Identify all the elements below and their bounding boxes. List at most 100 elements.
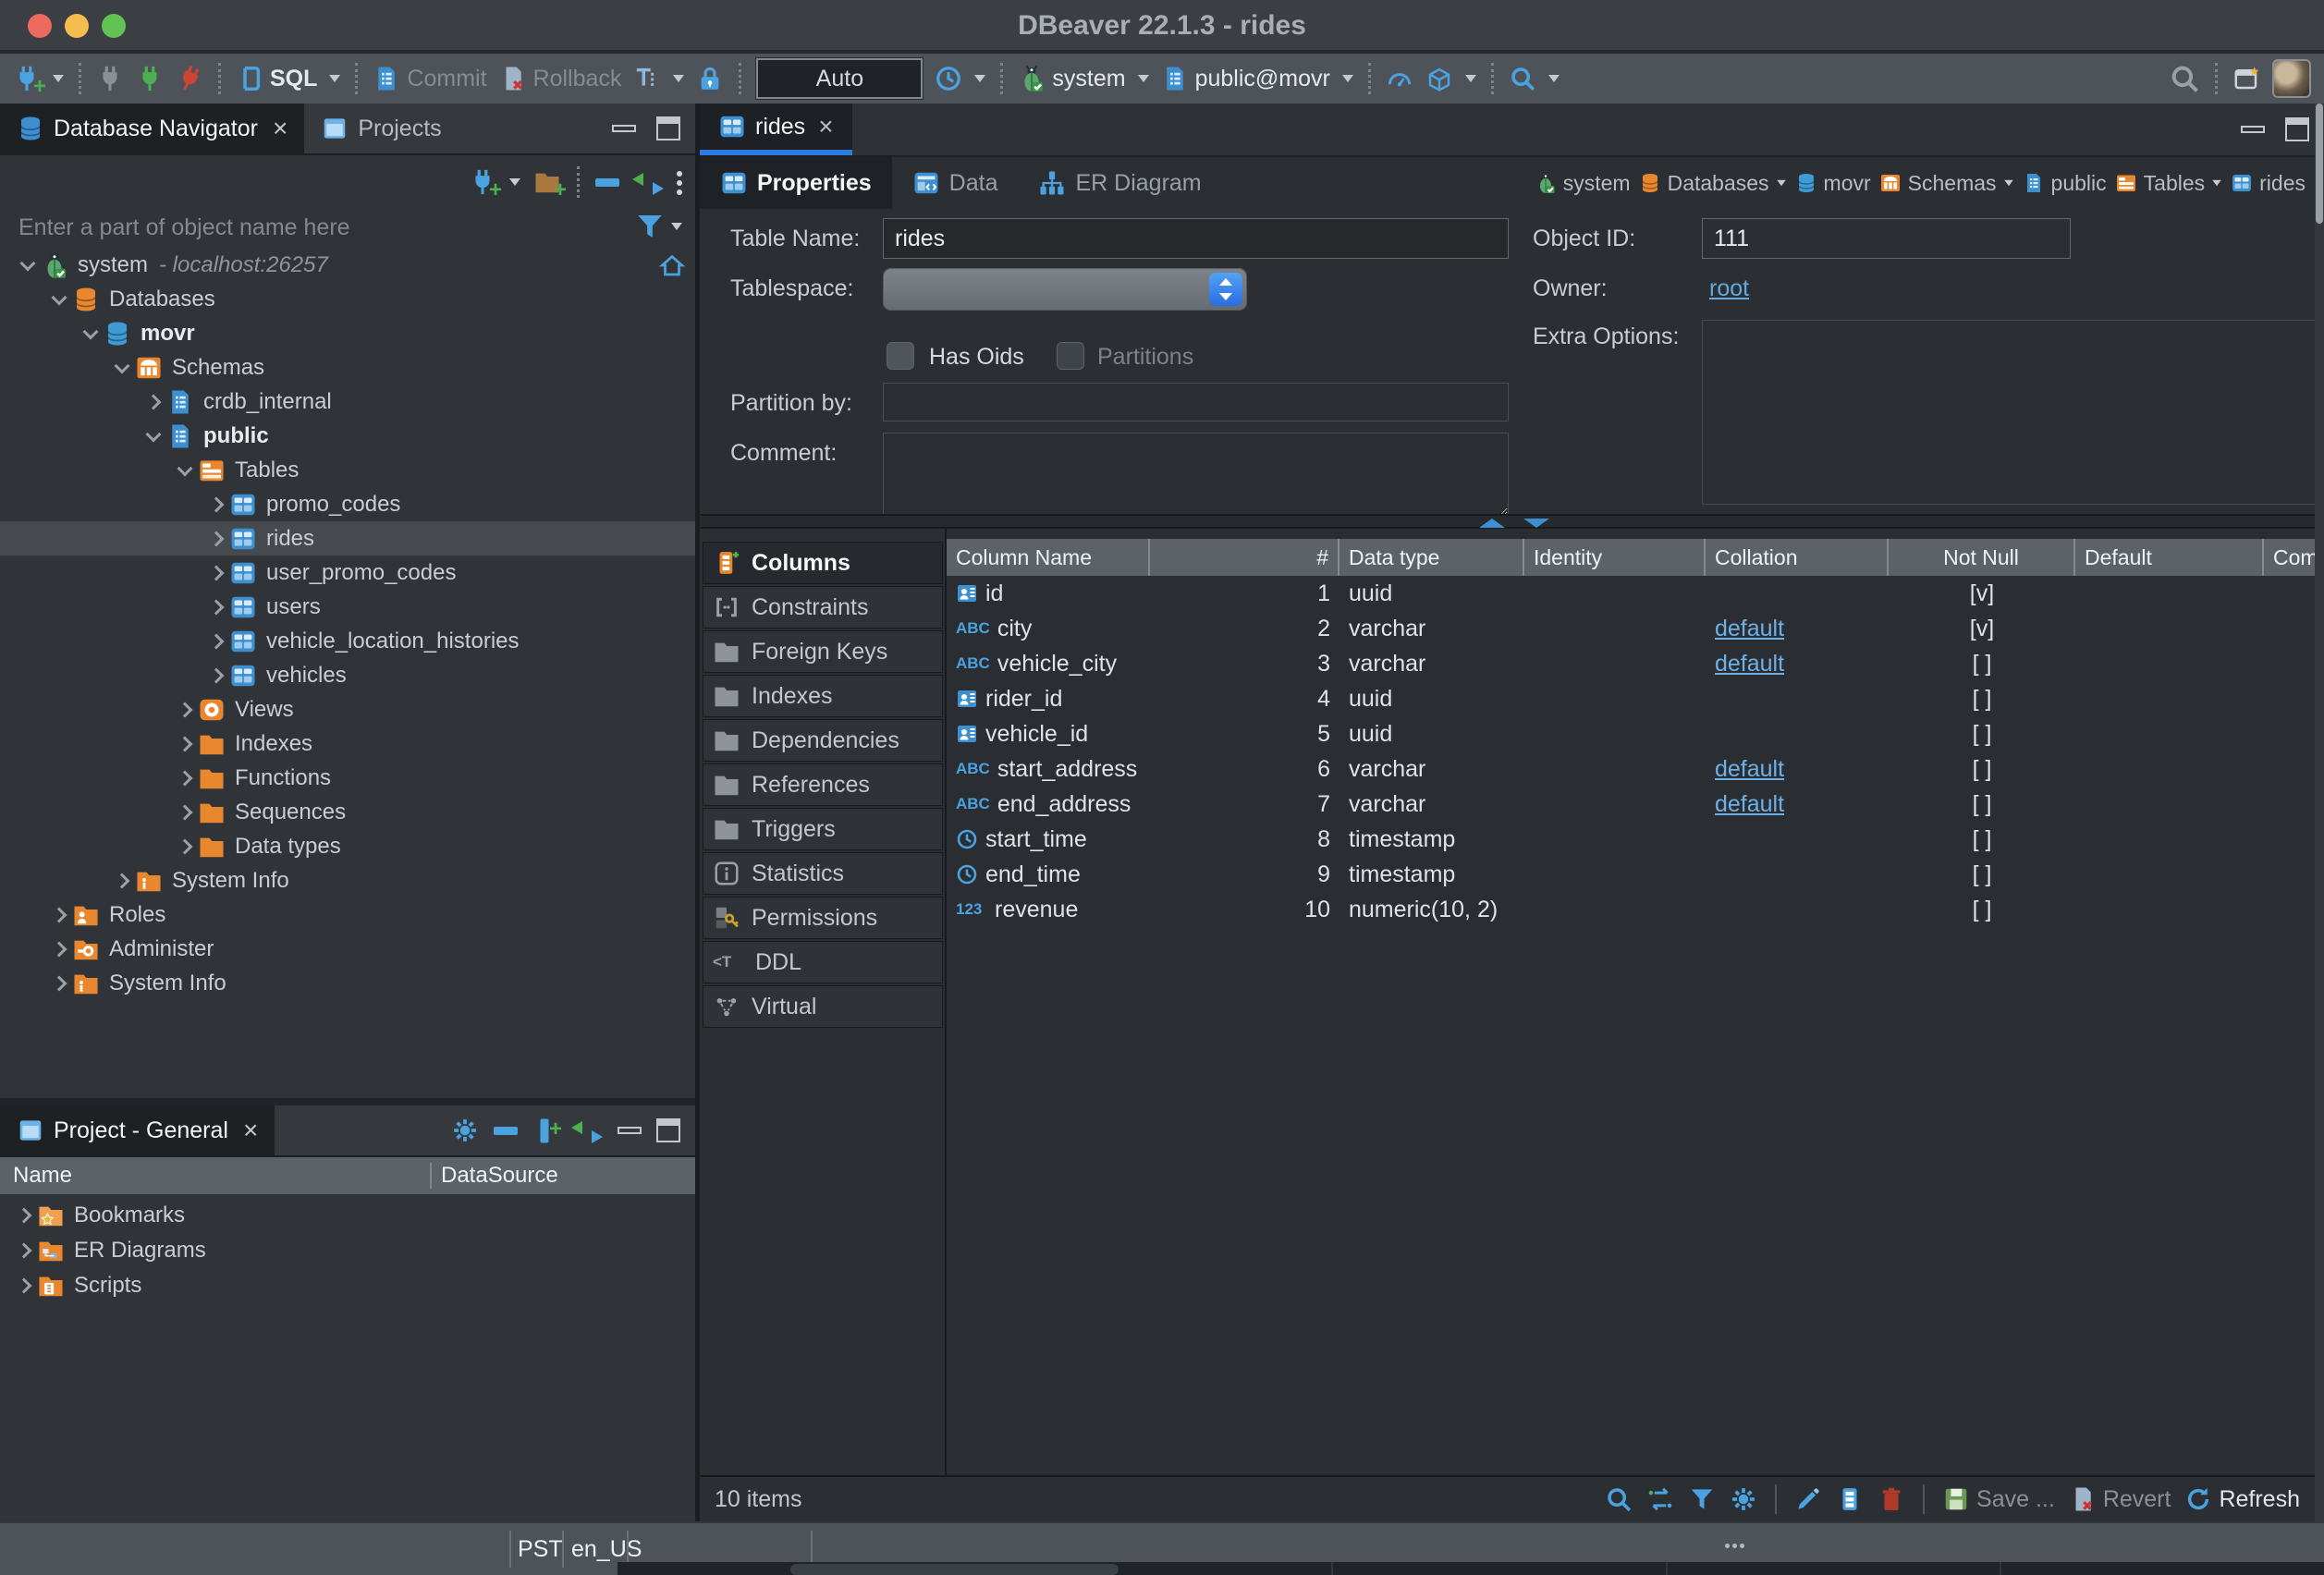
tree-item-rides[interactable]: rides	[0, 521, 695, 556]
breadcrumb-system[interactable]: system	[1535, 171, 1631, 196]
column-row-start_time[interactable]: start_time8timestamp[ ]	[947, 822, 2324, 857]
tools-button[interactable]	[1425, 65, 1453, 92]
active-connection-dropdown[interactable]	[1138, 75, 1149, 82]
maximize-panel-icon[interactable]	[656, 116, 680, 140]
transaction-history-button[interactable]	[935, 65, 962, 92]
gear-icon[interactable]	[1730, 1485, 1757, 1513]
tree-item-system[interactable]: system- localhost:26257	[0, 248, 695, 282]
new-connection-button[interactable]	[13, 65, 41, 92]
chevron-down-icon[interactable]	[174, 463, 198, 478]
section-tab-virtual[interactable]: Virtual	[703, 985, 943, 1028]
object-search-dropdown[interactable]	[1548, 75, 1560, 82]
transaction-history-dropdown[interactable]	[974, 75, 985, 82]
chevron-down-icon[interactable]	[17, 258, 41, 273]
chevron-right-icon[interactable]	[174, 839, 198, 854]
user-avatar[interactable]	[2272, 59, 2311, 98]
commit-button[interactable]: Commit	[373, 65, 486, 92]
compare-icon[interactable]	[1646, 1485, 1674, 1513]
column-row-end_time[interactable]: end_time9timestamp[ ]	[947, 857, 2324, 892]
filter-funnel-icon[interactable]	[634, 211, 666, 242]
tab-projects[interactable]: Projects	[304, 104, 458, 153]
section-tab-dependencies[interactable]: Dependencies	[703, 719, 943, 762]
minimize-panel-icon[interactable]	[612, 125, 636, 132]
scrollbar-thumb[interactable]	[790, 1564, 1119, 1575]
column-row-start_address[interactable]: ABCstart_address6varchardefault[ ]	[947, 751, 2324, 787]
project-item-scripts[interactable]: Scripts	[0, 1268, 695, 1303]
breadcrumb-databases[interactable]: Databases	[1639, 171, 1787, 196]
tree-item-user-promo-codes[interactable]: user_promo_codes	[0, 556, 695, 590]
view-menu-button[interactable]	[677, 171, 682, 177]
column-header-#[interactable]: #	[1270, 539, 1339, 576]
chevron-right-icon[interactable]	[13, 1208, 37, 1223]
comment-textarea[interactable]	[883, 433, 1509, 516]
section-tab-references[interactable]: References	[703, 763, 943, 806]
tree-item-promo-codes[interactable]: promo_codes	[0, 487, 695, 521]
save-button[interactable]: Save ...	[1942, 1485, 2055, 1513]
breadcrumb-public[interactable]: public	[2023, 171, 2107, 196]
chevron-down-icon[interactable]	[80, 326, 104, 341]
tree-item-views[interactable]: Views	[0, 692, 695, 726]
chevron-right-icon[interactable]	[174, 771, 198, 786]
breadcrumb-schemas[interactable]: Schemas	[1879, 171, 2014, 196]
breadcrumb-movr[interactable]: movr	[1795, 171, 1871, 196]
tree-item-vehicle-location-histories[interactable]: vehicle_location_histories	[0, 624, 695, 658]
revert-button[interactable]: Revert	[2069, 1485, 2171, 1513]
edit-pencil-icon[interactable]	[1794, 1485, 1822, 1513]
breadcrumb-rides[interactable]: rides	[2231, 171, 2306, 196]
new-folder-button[interactable]	[533, 168, 561, 196]
tree-item-sequences[interactable]: Sequences	[0, 795, 695, 829]
tree-item-schemas[interactable]: Schemas	[0, 350, 695, 385]
active-schema-combo[interactable]: public@movr	[1161, 65, 1330, 92]
object-id-input[interactable]	[1702, 218, 2071, 259]
column-row-vehicle_id[interactable]: vehicle_id5uuid[ ]	[947, 716, 2324, 751]
chevron-right-icon[interactable]	[142, 395, 166, 409]
chevron-right-icon[interactable]	[174, 737, 198, 751]
close-icon[interactable]: ×	[818, 112, 833, 141]
section-tab-triggers[interactable]: Triggers	[703, 808, 943, 850]
project-item-bookmarks[interactable]: Bookmarks	[0, 1198, 695, 1233]
subtab-data[interactable]: Data	[892, 157, 1019, 209]
chevron-right-icon[interactable]	[13, 1243, 37, 1258]
new-connection-button[interactable]	[469, 168, 496, 196]
collapse-down-icon[interactable]	[1523, 519, 1549, 528]
horizontal-scrollbar[interactable]	[618, 1562, 2324, 1575]
column-row-id[interactable]: id1uuid[v]	[947, 576, 2324, 611]
transaction-log-button[interactable]	[633, 65, 661, 92]
maximize-editor-icon[interactable]	[2285, 117, 2309, 141]
tree-item-crdb-internal[interactable]: crdb_internal	[0, 385, 695, 419]
breadcrumb-dropdown[interactable]	[2004, 180, 2013, 186]
chevron-right-icon[interactable]	[174, 805, 198, 820]
invalidate-connection-button[interactable]	[136, 65, 164, 92]
column-header-datasource[interactable]: DataSource	[432, 1163, 558, 1189]
disconnect-button[interactable]	[96, 65, 124, 92]
section-tab-statistics[interactable]: Statistics	[703, 852, 943, 895]
chevron-right-icon[interactable]	[13, 1278, 37, 1293]
chevron-right-icon[interactable]	[48, 976, 72, 991]
chevron-right-icon[interactable]	[174, 702, 198, 717]
column-header-collation[interactable]: Collation	[1706, 539, 1889, 576]
column-header-default[interactable]: Default	[2075, 539, 2264, 576]
tab-database-navigator[interactable]: Database Navigator×	[0, 104, 304, 153]
has-oids-checkbox[interactable]	[887, 342, 914, 370]
gear-icon[interactable]	[451, 1117, 479, 1144]
object-search-button[interactable]	[1509, 65, 1536, 92]
section-tab-constraints[interactable]: Constraints	[703, 586, 943, 629]
column-row-city[interactable]: ABCcity2varchardefault[v]	[947, 611, 2324, 646]
tablespace-select[interactable]	[883, 268, 1247, 311]
tree-item-movr[interactable]: movr	[0, 316, 695, 350]
chevron-down-icon[interactable]	[48, 292, 72, 307]
status-drag-handle[interactable]	[1725, 1544, 1730, 1548]
expand-button[interactable]	[532, 1127, 557, 1135]
timezone-indicator[interactable]: PST	[518, 1531, 560, 1568]
breadcrumb-tables[interactable]: Tables	[2115, 171, 2222, 196]
active-schema-dropdown[interactable]	[1342, 75, 1353, 82]
tree-item-system-info[interactable]: System Info	[0, 863, 695, 897]
section-tab-indexes[interactable]: Indexes	[703, 675, 943, 717]
locale-indicator[interactable]: en_US	[571, 1531, 623, 1568]
tree-item-tables[interactable]: Tables	[0, 453, 695, 487]
maximize-panel-icon[interactable]	[656, 1118, 680, 1142]
rollback-button[interactable]: Rollback	[499, 65, 622, 92]
subtab-er-diagram[interactable]: ER Diagram	[1018, 157, 1221, 209]
section-tab-permissions[interactable]: Permissions	[703, 897, 943, 939]
transaction-lock-button[interactable]	[696, 65, 724, 92]
